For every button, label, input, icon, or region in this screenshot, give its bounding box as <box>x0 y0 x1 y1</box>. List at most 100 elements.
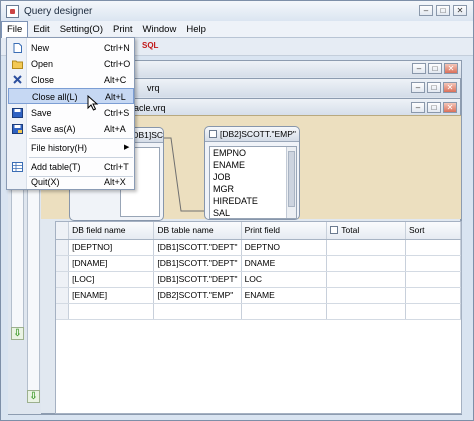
grid-cell[interactable] <box>405 271 462 288</box>
grid-cell[interactable]: [DB2]SCOTT."EMP" <box>153 287 242 304</box>
table-row[interactable]: [DEPTNO] [DB1]SCOTT."DEPT" DEPTNO <box>56 239 462 256</box>
title-bar: Query designer – □ ✕ <box>1 1 473 21</box>
grid-cell[interactable]: DEPTNO <box>241 239 328 256</box>
field-grid: DB field name DB table name Print field … <box>55 221 462 414</box>
table-row[interactable]: [LOC] [DB1]SCOTT."DEPT" LOC <box>56 271 462 288</box>
row-header[interactable] <box>56 303 70 320</box>
menu-print[interactable]: Print <box>108 21 138 38</box>
table-box-emp[interactable]: [DB2]SCOTT."EMP" EMPNO ENAME JOB MGR HIR… <box>204 126 300 220</box>
menu-item-close-all[interactable]: Close all(L) Alt+L <box>8 88 134 104</box>
column-header-total[interactable]: Total <box>326 222 406 240</box>
submenu-arrow-icon: ▶ <box>124 144 130 151</box>
field-item[interactable]: MGR <box>210 183 296 195</box>
child-close-button[interactable]: ✕ <box>444 63 458 74</box>
table-select-checkbox[interactable] <box>209 130 217 138</box>
field-item[interactable]: ENAME <box>210 159 296 171</box>
grid-cell[interactable] <box>326 255 406 272</box>
sql-icon[interactable]: SQL <box>142 41 158 50</box>
menu-item-label: New <box>31 43 50 53</box>
grid-cell[interactable] <box>326 303 406 320</box>
child-maximize-button[interactable]: □ <box>427 102 441 113</box>
menu-item-close[interactable]: Close Alt+C <box>8 72 134 88</box>
column-header[interactable]: Print field <box>241 222 328 240</box>
grid-cell[interactable]: [DEPTNO] <box>68 239 155 256</box>
field-item[interactable]: EMPNO <box>210 147 296 159</box>
row-header[interactable] <box>56 287 70 304</box>
menu-item-save-as[interactable]: Save as(A) Alt+A <box>8 121 134 137</box>
child-minimize-button[interactable]: – <box>411 102 425 113</box>
row-header[interactable] <box>56 271 70 288</box>
grid-cell[interactable] <box>241 303 328 320</box>
grid-cell[interactable]: LOC <box>241 271 328 288</box>
open-folder-icon <box>12 60 23 69</box>
vertical-scrollbar[interactable] <box>286 147 296 218</box>
menu-item-shortcut: Alt+L <box>105 92 126 102</box>
child-close-button[interactable]: ✕ <box>443 82 457 93</box>
row-header[interactable] <box>56 255 70 272</box>
menu-item-file-history[interactable]: File history(H) ▶ <box>8 140 134 156</box>
close-x-icon <box>13 75 22 84</box>
field-item[interactable]: SAL <box>210 207 296 219</box>
total-checkbox[interactable] <box>330 226 339 235</box>
child-minimize-button[interactable]: – <box>411 82 425 93</box>
child-maximize-button[interactable]: □ <box>427 82 441 93</box>
grid-cell[interactable] <box>326 287 406 304</box>
grid-cell[interactable]: ENAME <box>241 287 328 304</box>
grid-cell[interactable] <box>405 303 462 320</box>
mouse-cursor-icon <box>87 95 99 111</box>
column-header[interactable]: Sort <box>405 222 462 240</box>
row-header[interactable] <box>56 239 70 256</box>
grid-cell[interactable]: [DB1]SCOTT."DEPT" <box>153 239 242 256</box>
child-minimize-button[interactable]: – <box>412 63 426 74</box>
grid-cell[interactable] <box>153 303 242 320</box>
field-item[interactable]: JOB <box>210 171 296 183</box>
app-window: Query designer – □ ✕ File Edit Setting(O… <box>0 0 474 421</box>
menu-item-add-table[interactable]: Add table(T) Ctrl+T <box>8 159 134 175</box>
new-file-icon <box>13 43 22 53</box>
menu-item-quit[interactable]: Quit(X) Alt+X <box>8 174 134 190</box>
grid-cell[interactable]: [LOC] <box>68 271 155 288</box>
app-icon <box>6 4 19 18</box>
grid-cell[interactable] <box>405 239 462 256</box>
menu-item-shortcut: Ctrl+N <box>104 43 130 53</box>
menu-item-save[interactable]: Save Ctrl+S <box>8 105 134 121</box>
column-header[interactable]: DB table name <box>153 222 242 240</box>
table-row-empty[interactable] <box>56 303 462 320</box>
add-table-icon <box>12 162 23 172</box>
grid-cell[interactable] <box>326 239 406 256</box>
grid-cell[interactable]: [DB1]SCOTT."DEPT" <box>153 255 242 272</box>
scrollbar-thumb[interactable] <box>288 151 295 207</box>
menu-item-new[interactable]: New Ctrl+N <box>8 40 134 56</box>
down-arrow-icon[interactable]: ⇩ <box>11 327 24 340</box>
grid-cell[interactable]: DNAME <box>241 255 328 272</box>
close-button[interactable]: ✕ <box>453 5 467 16</box>
down-arrow-icon[interactable]: ⇩ <box>27 390 40 403</box>
grid-cell[interactable]: [DNAME] <box>68 255 155 272</box>
menu-help[interactable]: Help <box>181 21 211 38</box>
save-as-disk-icon <box>12 124 23 134</box>
grid-cell[interactable] <box>68 303 155 320</box>
menu-item-label: Save as(A) <box>31 124 76 134</box>
grid-cell[interactable]: [DB1]SCOTT."DEPT" <box>153 271 242 288</box>
field-item[interactable]: HIREDATE <box>210 195 296 207</box>
grid-cell[interactable]: [ENAME] <box>68 287 155 304</box>
table-box-header[interactable]: [DB2]SCOTT."EMP" <box>205 127 299 142</box>
grid-cell[interactable] <box>405 287 462 304</box>
menu-item-label: Close <box>31 75 55 85</box>
grid-cell[interactable] <box>405 255 462 272</box>
child-maximize-button[interactable]: □ <box>428 63 442 74</box>
minimize-button[interactable]: – <box>419 5 433 16</box>
menu-setting[interactable]: Setting(O) <box>55 21 108 38</box>
menu-file[interactable]: File <box>1 20 29 38</box>
menu-item-open[interactable]: Open Ctrl+O <box>8 56 134 72</box>
menu-edit[interactable]: Edit <box>28 21 54 38</box>
table-row[interactable]: [ENAME] [DB2]SCOTT."EMP" ENAME <box>56 287 462 304</box>
field-list[interactable]: EMPNO ENAME JOB MGR HIREDATE SAL <box>209 146 297 219</box>
table-row[interactable]: [DNAME] [DB1]SCOTT."DEPT" DNAME <box>56 255 462 272</box>
maximize-button[interactable]: □ <box>436 5 450 16</box>
column-header[interactable]: DB field name <box>68 222 155 240</box>
grid-cell[interactable] <box>326 271 406 288</box>
child-close-button[interactable]: ✕ <box>443 102 457 113</box>
menu-window[interactable]: Window <box>138 21 182 38</box>
menu-item-shortcut: Alt+X <box>104 177 126 187</box>
